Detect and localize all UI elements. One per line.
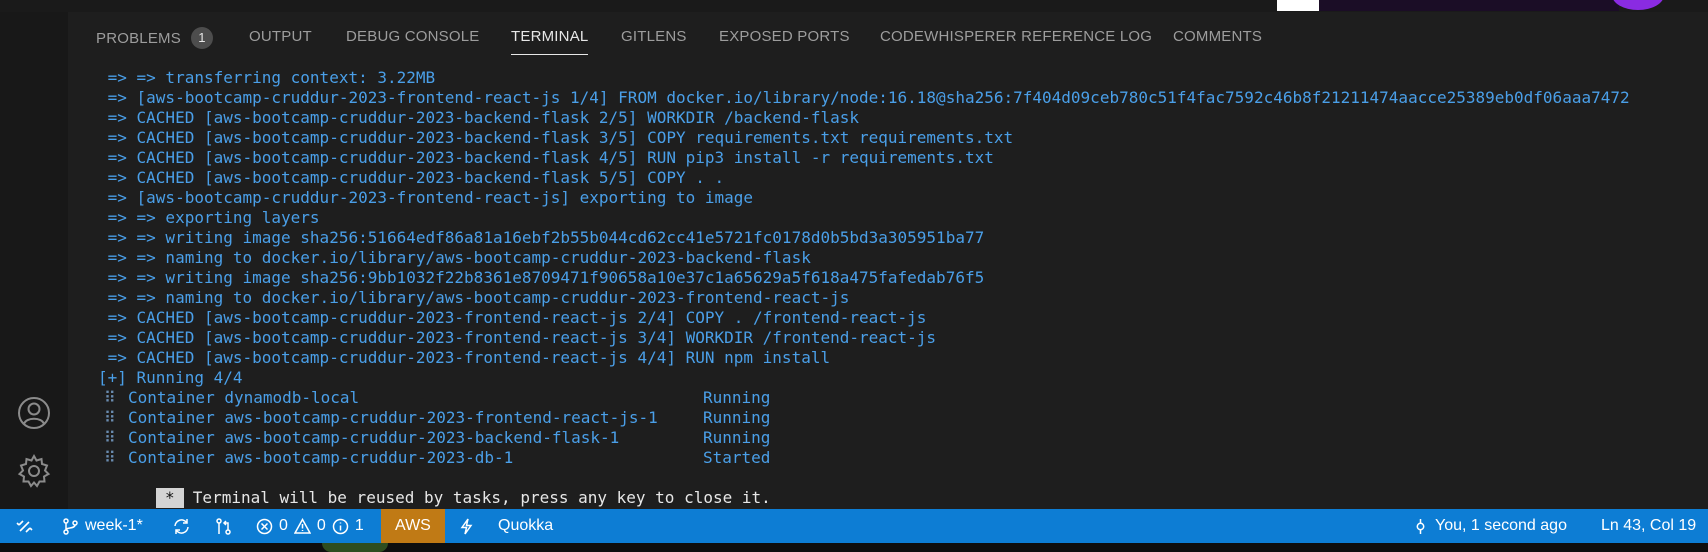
gear-icon[interactable] bbox=[16, 453, 52, 489]
container-row: ⠿ Container aws-bootcamp-cruddur-2023-bac… bbox=[98, 428, 1704, 448]
terminal-output[interactable]: => => transferring context: 3.22MB => [a… bbox=[98, 68, 1704, 508]
tab-output[interactable]: OUTPUT bbox=[249, 28, 312, 45]
tab-problems[interactable]: PROBLEMS 1 bbox=[96, 27, 213, 50]
terminal-line: => CACHED [aws-bootcamp-cruddur-2023-bac… bbox=[98, 108, 859, 127]
terminal-line: => CACHED [aws-bootcamp-cruddur-2023-fro… bbox=[98, 348, 831, 367]
container-status: Running bbox=[703, 408, 771, 427]
git-commit-icon bbox=[1416, 518, 1425, 534]
preview-thumbnail bbox=[1277, 0, 1319, 11]
remote-indicator[interactable] bbox=[16, 509, 33, 543]
git-branch-icon bbox=[63, 517, 78, 535]
bottom-panel: PROBLEMS 1 OUTPUT DEBUG CONSOLE TERMINAL … bbox=[68, 12, 1708, 509]
pull-request-button[interactable] bbox=[215, 509, 232, 543]
terminal-reuse-notice: * Terminal will be reused by tasks, press… bbox=[98, 468, 1704, 508]
error-count: 0 bbox=[279, 517, 288, 534]
terminal-line: => CACHED [aws-bootcamp-cruddur-2023-fro… bbox=[98, 308, 927, 327]
quokka-status[interactable]: Quokka bbox=[498, 509, 553, 543]
terminal-line: => => naming to docker.io/library/aws-bo… bbox=[98, 288, 850, 307]
terminal-line: => CACHED [aws-bootcamp-cruddur-2023-bac… bbox=[98, 168, 725, 187]
sync-icon bbox=[174, 518, 189, 534]
terminal-line: => CACHED [aws-bootcamp-cruddur-2023-bac… bbox=[98, 128, 1014, 147]
preview-thumbnail-dark bbox=[1319, 0, 1619, 11]
tab-codewhisperer-reference-log[interactable]: CODEWHISPERER REFERENCE LOG bbox=[880, 28, 1152, 45]
terminal-line: => => exporting layers bbox=[98, 208, 320, 227]
top-edge bbox=[0, 0, 1708, 12]
container-status: Started bbox=[703, 448, 771, 467]
container-row: ⠿ Container aws-bootcamp-cruddur-2023-db-… bbox=[98, 448, 1704, 468]
container-row: ⠿ Container dynamodb-local Running bbox=[98, 388, 1704, 408]
container-prefix: ⠿ bbox=[104, 408, 116, 427]
container-name: Container aws-bootcamp-cruddur-2023-fron… bbox=[128, 408, 658, 427]
notice-star: * bbox=[155, 488, 184, 508]
problems-count-badge: 1 bbox=[190, 27, 213, 49]
warning-icon bbox=[293, 517, 311, 534]
lightning-icon bbox=[460, 518, 473, 534]
info-count: 1 bbox=[354, 517, 364, 534]
terminal-line: => [aws-bootcamp-cruddur-2023-frontend-r… bbox=[98, 88, 1630, 107]
problems-summary[interactable]: 0 0 1 bbox=[256, 509, 364, 543]
terminal-line: => => writing image sha256:51664edf86a81… bbox=[98, 228, 985, 247]
info-icon bbox=[332, 518, 349, 534]
tab-terminal[interactable]: TERMINAL bbox=[511, 28, 589, 55]
tab-exposed-ports[interactable]: EXPOSED PORTS bbox=[719, 28, 850, 45]
terminal-line: => => transferring context: 3.22MB bbox=[98, 68, 436, 87]
terminal-line: => CACHED [aws-bootcamp-cruddur-2023-fro… bbox=[98, 328, 937, 347]
container-prefix: ⠿ bbox=[104, 448, 116, 467]
terminal-line: => => naming to docker.io/library/aws-bo… bbox=[98, 248, 811, 267]
terminal-line: => CACHED [aws-bootcamp-cruddur-2023-bac… bbox=[98, 148, 994, 167]
error-icon bbox=[256, 518, 273, 534]
tab-debug-console[interactable]: DEBUG CONSOLE bbox=[346, 28, 479, 45]
git-branch[interactable]: week-1* bbox=[62, 509, 143, 543]
aws-status[interactable]: AWS bbox=[381, 509, 445, 543]
container-status: Running bbox=[703, 388, 771, 407]
container-prefix: ⠿ bbox=[104, 388, 116, 407]
branch-name: week-1* bbox=[85, 517, 143, 534]
git-blame-status[interactable]: You, 1 second ago bbox=[1412, 509, 1567, 543]
container-name: Container aws-bootcamp-cruddur-2023-back… bbox=[128, 428, 620, 447]
background-graphic bbox=[322, 543, 388, 552]
lightning-button[interactable] bbox=[458, 509, 475, 543]
panel-tabs: PROBLEMS 1 OUTPUT DEBUG CONSOLE TERMINAL … bbox=[68, 12, 1708, 62]
container-prefix: ⠿ bbox=[104, 428, 116, 447]
container-name: Container dynamodb-local bbox=[128, 388, 360, 407]
notice-text: Terminal will be reused by tasks, press … bbox=[192, 488, 771, 507]
bottom-edge bbox=[0, 543, 1708, 552]
activity-bar bbox=[0, 12, 68, 509]
container-name: Container aws-bootcamp-cruddur-2023-db-1 bbox=[128, 448, 514, 467]
account-icon[interactable] bbox=[16, 395, 52, 431]
remote-icon bbox=[16, 519, 33, 533]
status-bar: week-1* 0 0 1 AWS Quokka You, 1 second a… bbox=[0, 509, 1708, 543]
container-row: ⠿ Container aws-bootcamp-cruddur-2023-fro… bbox=[98, 408, 1704, 428]
terminal-line: => => writing image sha256:9bb1032f22b83… bbox=[98, 268, 985, 287]
container-status: Running bbox=[703, 428, 771, 447]
terminal-line: => [aws-bootcamp-cruddur-2023-frontend-r… bbox=[98, 188, 754, 207]
cursor-position[interactable]: Ln 43, Col 19 bbox=[1601, 509, 1696, 543]
git-compare-icon bbox=[216, 517, 231, 535]
avatar bbox=[1612, 0, 1664, 10]
running-summary: [+] Running 4/4 bbox=[98, 368, 243, 387]
tab-comments[interactable]: COMMENTS bbox=[1173, 28, 1262, 45]
tab-gitlens[interactable]: GITLENS bbox=[621, 28, 687, 45]
warning-count: 0 bbox=[316, 517, 326, 534]
blame-text: You, 1 second ago bbox=[1435, 517, 1567, 534]
tab-label: PROBLEMS bbox=[96, 29, 181, 47]
sync-button[interactable] bbox=[173, 509, 190, 543]
